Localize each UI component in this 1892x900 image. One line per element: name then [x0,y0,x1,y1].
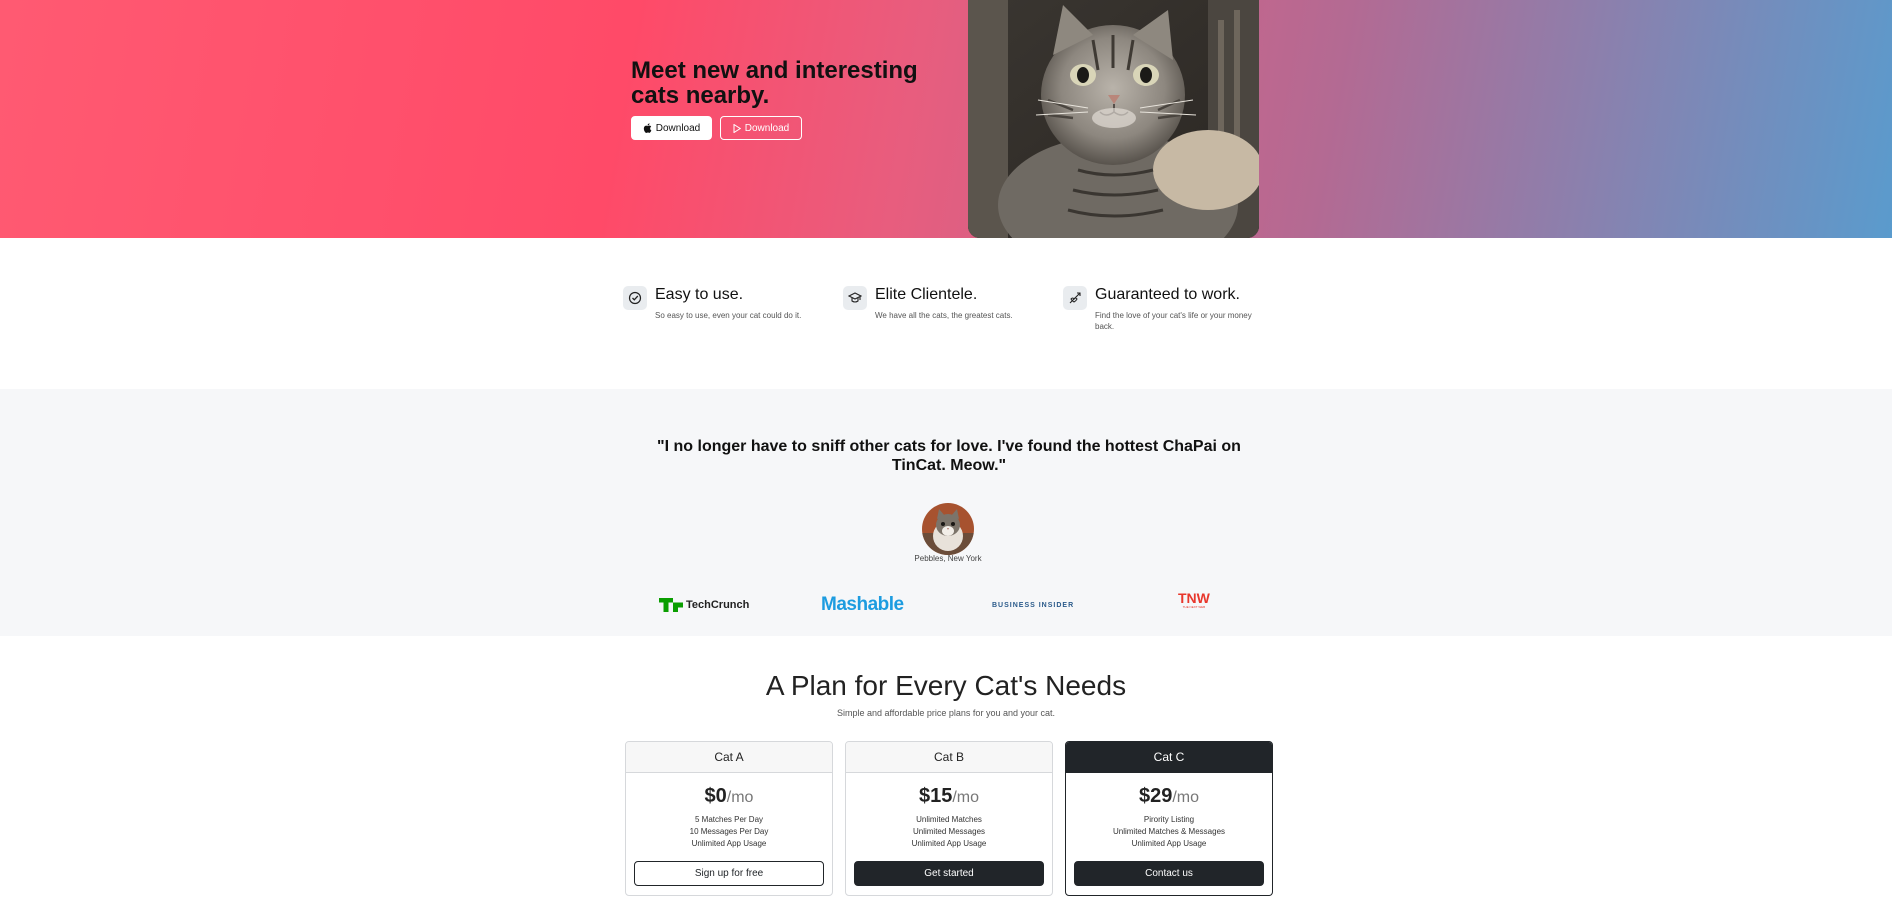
techcrunch-mark-icon [659,598,683,612]
plan-price-amount: $15 [918,785,953,807]
download-play-button[interactable]: Download [720,116,802,140]
plan-feature: Pirority Listing [1143,815,1195,824]
testimonial-section: "I no longer have to sniff other cats fo… [0,389,1892,636]
tnw-wordmark: TNW [1178,590,1210,606]
mashable-logo: Mashable [821,594,904,615]
play-store-icon [733,123,741,133]
plan-feature: Unlimited Matches [916,815,982,824]
download-apple-button[interactable]: Download [631,116,712,140]
business-insider-logo: BUSINESS INSIDER [992,601,1075,609]
plan-features: Pirority Listing Unlimited Matches & Mes… [1066,814,1272,850]
feature-text: We have all the cats, the greatest cats. [875,311,1013,320]
pricing-title: A Plan for Every Cat's Needs [765,670,1127,701]
plan-price: $29/mo [1066,785,1272,808]
plan-name: Cat A [626,742,832,773]
sign-up-free-button[interactable]: Sign up for free [634,861,824,886]
avatar [922,503,974,555]
tnw-subtitle: THE NEXT WEB [1182,605,1206,609]
download-play-label: Download [744,122,790,134]
feature-title: Elite Clientele. [875,286,978,303]
techcrunch-logo: TechCrunch [659,595,749,615]
plan-feature: 5 Matches Per Day [694,815,764,824]
plan-feature: Unlimited Matches & Messages [1112,827,1226,836]
plan-feature: 10 Messages Per Day [689,827,769,836]
plan-feature: Unlimited App Usage [691,839,767,848]
tnw-logo: TNW THE NEXT WEB [1178,591,1210,611]
testimonial-author: Pebbles, New York [914,554,982,563]
testimonial-quote: "I no longer have to sniff other cats fo… [657,438,1241,474]
plan-card-cat-b: Cat B $15/mo Unlimited Matches Unlimited… [845,741,1053,896]
plan-price-period: /mo [952,789,980,806]
download-apple-label: Download [655,122,701,134]
hero-section: Meet new and interesting cats nearby. Do… [0,0,1892,238]
plan-name: Cat C [1066,742,1272,773]
plan-price: $0/mo [626,785,832,808]
plan-feature: Unlimited App Usage [911,839,987,848]
plan-feature: Unlimited App Usage [1131,839,1207,848]
get-started-button[interactable]: Get started [854,861,1044,886]
plan-price-period: /mo [1172,789,1200,806]
techcrunch-wordmark: TechCrunch [686,599,750,611]
feature-title: Easy to use. [655,286,744,303]
plan-feature: Unlimited Messages [912,827,986,836]
plan-card-cat-c: Cat C $29/mo Pirority Listing Unlimited … [1065,741,1273,896]
plan-price-amount: $29 [1138,785,1173,807]
feature-text: So easy to use, even your cat could do i… [655,311,802,320]
graduation-cap-icon [843,286,867,310]
plan-features: Unlimited Matches Unlimited Messages Unl… [846,814,1052,850]
feature-title: Guaranteed to work. [1095,286,1240,303]
cat-photo [968,0,1259,238]
pricing-subtitle: Simple and affordable price plans for yo… [837,708,1055,718]
feature-text: Find the love of your cat's life or your… [1095,311,1252,331]
apple-icon [643,123,652,133]
plan-card-cat-a: Cat A $0/mo 5 Matches Per Day 10 Message… [625,741,833,896]
check-circle-icon [623,286,647,310]
plan-price: $15/mo [846,785,1052,808]
hero-title: Meet new and interesting cats nearby. [631,57,918,109]
plan-price-amount: $0 [704,785,727,807]
contact-us-button[interactable]: Contact us [1074,861,1264,886]
plan-name: Cat B [846,742,1052,773]
cat-photo-image [968,0,1259,238]
plan-price-period: /mo [726,789,754,806]
plan-features: 5 Matches Per Day 10 Messages Per Day Un… [626,814,832,850]
cupid-arrow-icon [1063,286,1087,310]
